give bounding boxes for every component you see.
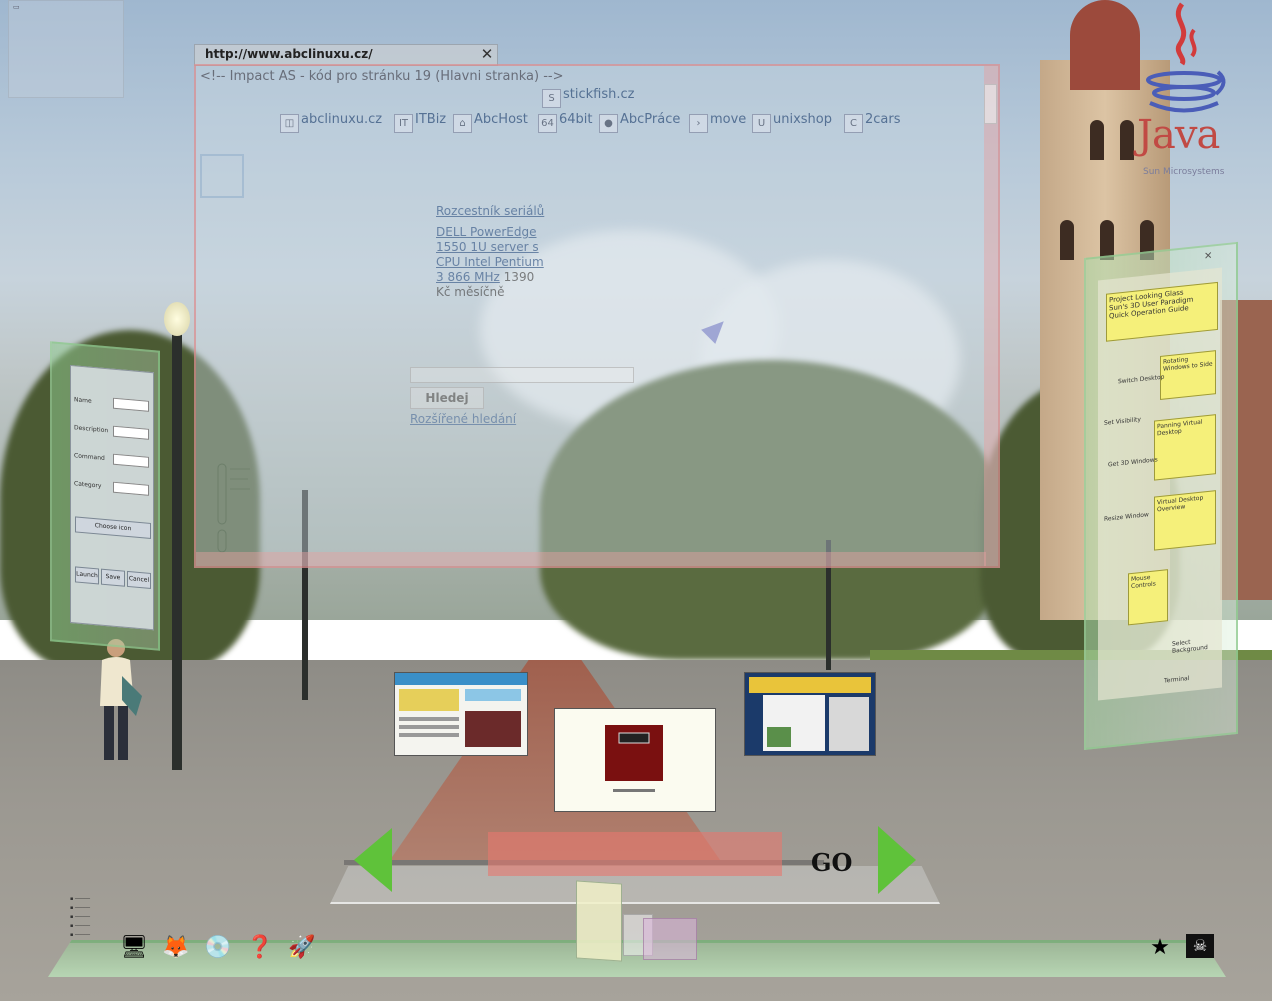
64bit-icon: 64 xyxy=(538,114,557,133)
search-input[interactable] xyxy=(410,367,634,383)
java-wordmark: Java xyxy=(1137,112,1220,158)
desktop-card[interactable] xyxy=(576,880,622,962)
bookmark-itbiz[interactable]: IT ITBiz xyxy=(394,112,446,133)
abchost-icon: ⌂ xyxy=(453,114,472,133)
browser-titlebar[interactable]: http://www.abclinuxu.cz/ ✕ xyxy=(194,44,498,66)
menu-entry[interactable]: ▪ ───── xyxy=(70,913,114,922)
back-arrow-icon[interactable] xyxy=(354,828,392,892)
bookmark-stickfish[interactable]: Sstickfish.cz xyxy=(542,87,634,108)
bookmark-abcprace[interactable]: ● AbcPráce xyxy=(599,112,680,133)
stickfish-icon: S xyxy=(542,89,561,108)
advanced-search-link[interactable]: Rozšířené hledání xyxy=(410,412,516,426)
computer-icon[interactable]: 🖥 xyxy=(118,932,150,964)
note: Rotating Windows to Side xyxy=(1160,350,1216,401)
tower-window xyxy=(1060,220,1074,260)
pirate-flag-icon[interactable]: ☠ xyxy=(1186,934,1214,958)
vertical-scrollbar[interactable] xyxy=(984,66,998,566)
lamp-globe xyxy=(164,302,190,336)
itbiz-icon: IT xyxy=(394,114,413,133)
faded-widgets xyxy=(217,463,250,553)
horizontal-scrollbar[interactable] xyxy=(196,552,986,566)
cancel-button[interactable]: Cancel xyxy=(127,570,151,590)
2cars-icon: C xyxy=(844,114,863,133)
launch-button[interactable]: Launch xyxy=(75,566,99,585)
move-icon: › xyxy=(689,114,708,133)
go-button[interactable]: GO xyxy=(811,848,852,877)
unixshop-icon: U xyxy=(752,114,771,133)
firefox-icon[interactable]: 🦊 xyxy=(160,932,192,964)
news-item[interactable]: DELL PowerEdge 1550 1U server s CPU Inte… xyxy=(436,225,546,300)
guide-label: Set Visibility xyxy=(1104,416,1141,427)
save-button[interactable]: Save xyxy=(101,568,125,587)
news-item[interactable]: Rozcestník seriálů xyxy=(436,204,546,219)
close-icon[interactable]: ✕ xyxy=(1204,251,1212,263)
guide-document: Project Looking Glass Sun's 3D User Para… xyxy=(1098,267,1222,701)
cd-player-icon[interactable]: 💿 xyxy=(202,932,234,964)
bookmark-abclinuxu[interactable]: ◫ abclinuxu.cz xyxy=(280,112,382,133)
field-label: Description xyxy=(74,424,109,435)
bookmark-unixshop[interactable]: Uunixshop xyxy=(752,112,832,133)
tower-window xyxy=(1090,120,1104,160)
browser-content[interactable]: <!-- Impact AS - kód pro stránku 19 (Hla… xyxy=(194,64,1000,568)
menu-entry[interactable]: ▪ ───── xyxy=(70,895,114,904)
menu-entry[interactable]: ▪ ───── xyxy=(70,904,114,913)
bookmark-2cars[interactable]: C 2cars xyxy=(844,112,901,133)
guide-title-note: Project Looking Glass Sun's 3D User Para… xyxy=(1106,281,1218,342)
menu-entry[interactable]: ▪ ───── xyxy=(70,931,114,940)
url-input[interactable] xyxy=(488,832,782,876)
image-placeholder xyxy=(200,154,244,198)
panel-text: ▭ xyxy=(13,3,20,11)
command-field[interactable] xyxy=(113,453,149,468)
abclinuxu-icon: ◫ xyxy=(280,114,299,133)
abcprace-icon: ● xyxy=(599,114,618,133)
guide-label: Select Background xyxy=(1172,638,1208,655)
launcher-dialog[interactable]: Name Description Command Category Choose… xyxy=(70,364,154,631)
window-thumbnail[interactable] xyxy=(394,672,528,756)
help-icon[interactable]: ❓ xyxy=(244,932,276,964)
minimized-panel[interactable]: ▭ xyxy=(8,0,124,98)
webpage-preview xyxy=(749,677,871,751)
bookmark-move[interactable]: › move xyxy=(689,112,746,133)
menu-entry[interactable]: ▪ ───── xyxy=(70,922,114,931)
rocket-icon[interactable]: 🚀 xyxy=(286,932,318,964)
name-field[interactable] xyxy=(113,397,149,412)
webpage-preview xyxy=(395,673,527,747)
window-thumbnail[interactable] xyxy=(744,672,876,756)
note: Mouse Controls xyxy=(1128,569,1168,626)
field-label: Command xyxy=(74,452,105,462)
webpage-preview xyxy=(605,725,663,792)
description-field[interactable] xyxy=(113,425,149,440)
guide-label: Switch Desktop xyxy=(1118,373,1165,386)
lamp-post xyxy=(172,330,182,770)
guide-label: Resize Window xyxy=(1104,511,1149,523)
choose-icon-button[interactable]: Choose icon xyxy=(75,516,151,540)
close-icon[interactable]: ✕ xyxy=(479,46,495,62)
app-launcher-dialog-panel[interactable]: Name Description Command Category Choose… xyxy=(50,341,160,651)
note: Virtual Desktop Overview xyxy=(1154,490,1216,551)
pedestrian xyxy=(100,639,142,760)
window-thumbnail[interactable] xyxy=(554,708,716,812)
quick-guide-panel[interactable]: ✕ Project Looking Glass Sun's 3D User Pa… xyxy=(1084,241,1238,750)
star-icon[interactable]: ★ xyxy=(1144,932,1176,964)
note: Panning Virtual Desktop xyxy=(1154,414,1216,481)
scroll-thumb[interactable] xyxy=(984,84,997,124)
news-box: Rozcestník seriálů DELL PowerEdge 1550 1… xyxy=(436,204,546,300)
desktop-card[interactable] xyxy=(643,918,697,960)
sun-microsystems-label: Sun Microsystems xyxy=(1143,167,1225,177)
bookmark-abchost[interactable]: ⌂ AbcHost xyxy=(453,112,528,133)
guide-label: Terminal xyxy=(1164,674,1190,685)
search-button[interactable]: Hledej xyxy=(410,387,484,409)
taskbar-menu[interactable]: ▪ ───── ▪ ───── ▪ ───── ▪ ───── ▪ ───── xyxy=(70,895,114,955)
html-comment-text: <!-- Impact AS - kód pro stránku 19 (Hla… xyxy=(200,69,564,84)
browser-url: http://www.abclinuxu.cz/ xyxy=(205,47,373,61)
field-label: Category xyxy=(74,480,102,490)
category-field[interactable] xyxy=(113,481,149,496)
guide-label: Get 3D Windows xyxy=(1108,456,1158,469)
browser-window[interactable]: http://www.abclinuxu.cz/ ✕ <!-- Impact A… xyxy=(194,44,1000,568)
bookmark-64bit[interactable]: 64 64bit xyxy=(538,112,593,133)
field-label: Name xyxy=(74,396,92,405)
forward-arrow-icon[interactable] xyxy=(878,826,916,894)
